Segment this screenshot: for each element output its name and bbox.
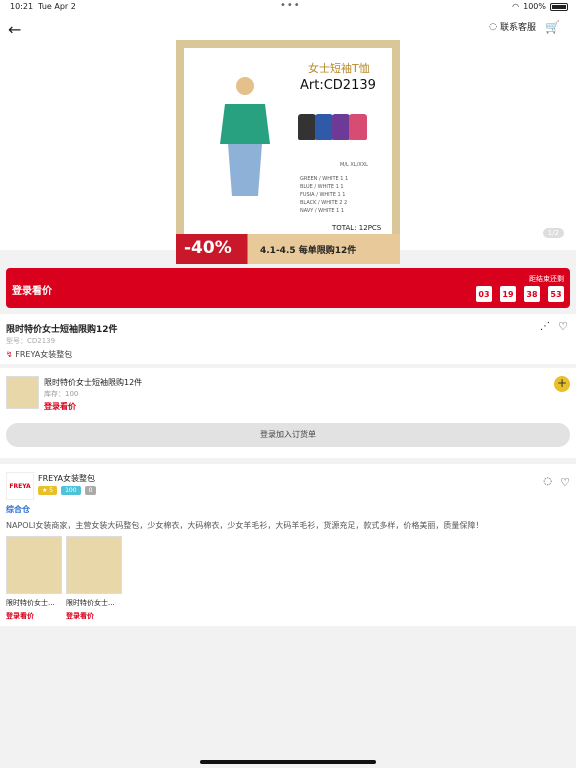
store-section: FREYA FREYA女装整包 ★ 5 100 0 ◌ ♡ 综合仓 NAPOLI… — [0, 464, 576, 626]
login-price-label[interactable]: 登录看价 — [12, 282, 52, 297]
store-description: NAPOLI女装商家，主营女装大码整包，少女棉衣，大码棉衣，少女羊毛衫，大码羊毛… — [6, 521, 484, 530]
rating-badge: ★ 5 — [38, 486, 58, 495]
product-image[interactable]: 女士短袖T恤 Art:CD2139 M/L XL/XXL GREEN / WHI… — [176, 40, 400, 264]
brand-name: FREYA女装整包 — [15, 350, 73, 359]
customer-service-button[interactable]: ◌ 联系客服 — [489, 20, 536, 34]
wifi-icon: ◠ — [512, 2, 520, 11]
sku-stock: 库存：100 — [44, 390, 79, 398]
timer-hours: 19 — [500, 286, 516, 302]
store-item-label: 限时特价女士... — [6, 599, 55, 607]
shirt-black — [298, 114, 316, 140]
sku-thumbnail[interactable] — [6, 376, 39, 409]
store-badges: ★ 5 100 0 — [38, 486, 97, 495]
size-row-2: BLUE / WHITE 1 1 — [300, 184, 344, 190]
shirt-pink — [349, 114, 367, 140]
product-model: 型号：CD2139 — [6, 337, 56, 345]
size-row-1: GREEN / WHITE 1 1 — [300, 176, 349, 182]
favorite-icon[interactable]: ♡ — [558, 320, 568, 333]
chat-icon: ◌ — [489, 21, 497, 32]
share-icon[interactable]: ⋰ — [540, 321, 550, 332]
add-to-order-button[interactable]: 登录加入订货单 — [6, 423, 570, 447]
image-title: 女士短袖T恤 — [308, 62, 370, 75]
product-image-content: 女士短袖T恤 Art:CD2139 M/L XL/XXL GREEN / WHI… — [184, 48, 392, 234]
store-name[interactable]: FREYA女装整包 — [38, 473, 95, 484]
discount-banner: -40% 4.1-4.5 每单限购12件 — [176, 234, 400, 264]
cart-icon[interactable]: 🛒 — [545, 20, 560, 34]
size-row-4: BLACK / WHITE 2 2 — [300, 200, 348, 206]
sku-price[interactable]: 登录看价 — [44, 401, 76, 412]
store-item-image — [66, 536, 122, 594]
promo-text: 4.1-4.5 每单限购12件 — [260, 246, 357, 256]
image-art-number: Art:CD2139 — [300, 78, 376, 93]
orders-badge: 0 — [84, 486, 97, 495]
store-favorite-icon[interactable]: ♡ — [560, 476, 570, 489]
store-chat-icon[interactable]: ◌ — [543, 476, 552, 487]
product-name: 限时特价女士短袖限购12件 — [6, 325, 118, 335]
store-item-price: 登录看价 — [6, 612, 34, 620]
store-item-price: 登录看价 — [66, 612, 94, 620]
image-total: TOTAL: 12PCS — [332, 224, 382, 232]
add-quantity-button[interactable]: + — [554, 376, 570, 392]
back-arrow-icon[interactable]: ← — [8, 20, 28, 40]
timer-days: 03 — [476, 286, 492, 302]
shirt-purple — [332, 114, 350, 140]
store-item-2[interactable]: 限时特价女士... 登录看价 — [66, 536, 122, 621]
product-info: 限时特价女士短袖限购12件 型号：CD2139 ↯ FREYA女装整包 ⋰ ♡ — [0, 314, 576, 364]
discount-percent: -40% — [184, 238, 232, 258]
status-right: ◠ 100% — [512, 2, 568, 11]
countdown-timer: 03 19 38 53 — [476, 286, 564, 302]
sku-title: 限时特价女士短袖限购12件 — [44, 378, 143, 387]
size-row-3: FUSIA / WHITE 1 1 — [300, 192, 346, 198]
timer-seconds: 53 — [548, 286, 564, 302]
size-header: M/L XL/XXL — [340, 162, 368, 168]
flash-sale-bar: 登录看价 距结束还剩 03 19 38 53 — [6, 268, 570, 308]
store-item-image — [6, 536, 62, 594]
home-indicator[interactable] — [200, 760, 376, 764]
brand-icon: ↯ — [6, 350, 13, 359]
image-pager: 1/2 — [542, 228, 564, 238]
sku-section: 限时特价女士短袖限购12件 库存：100 登录看价 + 登录加入订货单 — [0, 368, 576, 458]
status-time: 10:21 Tue Apr 2 — [10, 2, 76, 11]
battery-icon — [550, 2, 568, 11]
customer-service-label: 联系客服 — [499, 23, 536, 33]
followers-badge: 100 — [61, 486, 81, 495]
product-brand[interactable]: ↯ FREYA女装整包 — [6, 349, 72, 360]
store-category[interactable]: 综合仓 — [6, 504, 30, 515]
multitask-dots[interactable]: ••• — [280, 0, 301, 11]
store-logo[interactable]: FREYA — [6, 472, 34, 500]
store-item-1[interactable]: 限时特价女士... 登录看价 — [6, 536, 62, 621]
timer-minutes: 38 — [524, 286, 540, 302]
shirt-blue — [315, 114, 333, 140]
size-row-5: NAVY / WHITE 1 1 — [300, 208, 345, 214]
battery-label: 100% — [523, 2, 546, 11]
status-bar: 10:21 Tue Apr 2 ••• ◠ 100% — [0, 0, 576, 14]
countdown-label: 距结束还剩 — [529, 275, 564, 283]
store-item-label: 限时特价女士... — [66, 599, 115, 607]
model-photo — [220, 77, 270, 196]
